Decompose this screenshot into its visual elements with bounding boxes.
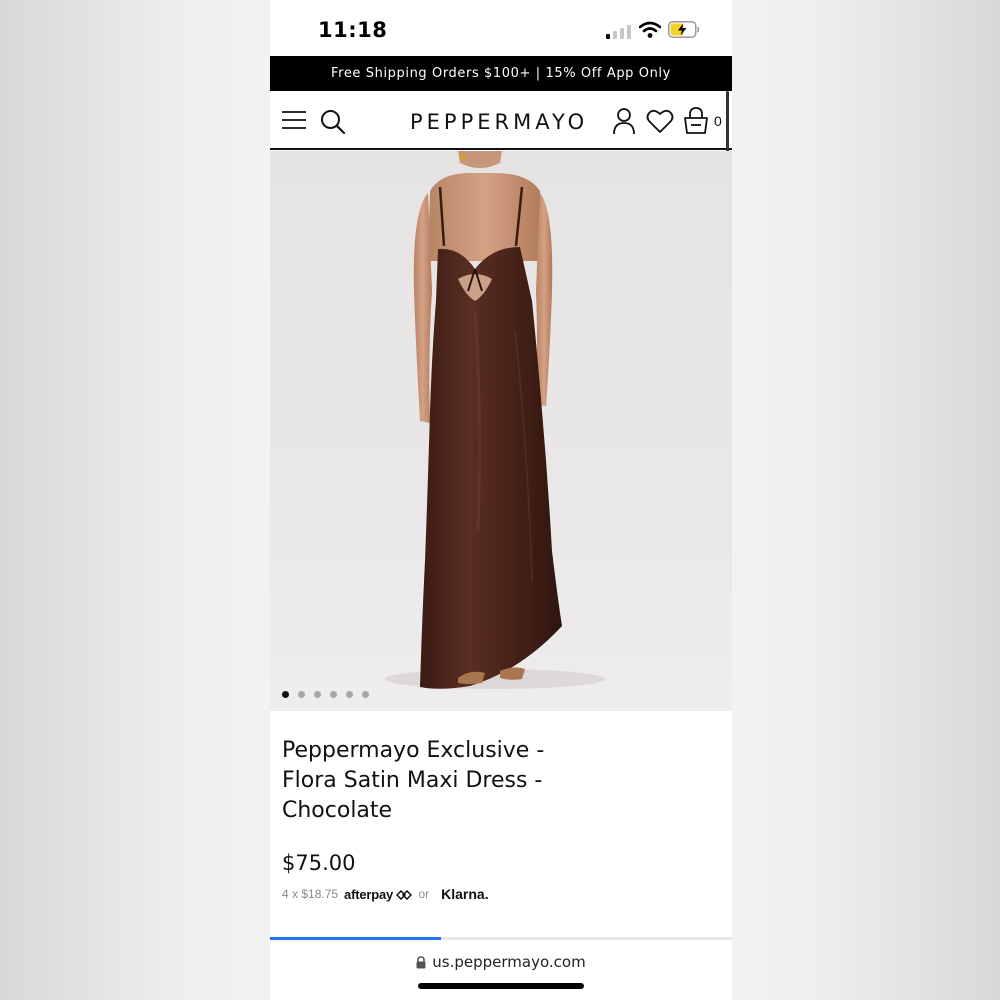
product-title-line: Flora Satin Maxi Dress -: [282, 768, 543, 793]
wishlist-icon[interactable]: [646, 109, 674, 134]
phone-screen: 11:18 Free Shipping Orders $100+ | 15% O…: [270, 0, 732, 1000]
lock-icon: [416, 956, 426, 969]
carousel-dot[interactable]: [362, 691, 369, 698]
product-price: $75.00: [282, 851, 356, 875]
product-title-line: Peppermayo Exclusive -: [282, 738, 545, 763]
carousel-dot[interactable]: [314, 691, 321, 698]
afterpay-arrows-icon: [396, 889, 413, 900]
url-text: us.peppermayo.com: [432, 953, 586, 971]
site-logo[interactable]: PEPPERMAYO: [410, 110, 588, 134]
carousel-dot[interactable]: [330, 691, 337, 698]
signal-bar: [613, 31, 617, 39]
afterpay-label: afterpay: [344, 886, 394, 902]
signal-bar: [620, 28, 624, 39]
signal-bar: [627, 25, 631, 39]
product-image-gallery[interactable]: [270, 151, 732, 711]
url-display[interactable]: us.peppermayo.com: [270, 953, 732, 971]
product-title: Peppermayo Exclusive - Flora Satin Maxi D…: [282, 736, 582, 826]
battery-icon: [668, 21, 700, 38]
cart-count: 0: [714, 113, 722, 129]
wifi-icon: [639, 21, 661, 38]
search-icon[interactable]: [320, 109, 346, 135]
status-time: 11:18: [318, 18, 388, 42]
browser-url-bar[interactable]: us.peppermayo.com: [270, 940, 732, 1000]
account-icon[interactable]: [613, 107, 635, 135]
status-bar: 11:18: [270, 0, 732, 56]
product-title-line: Chocolate: [282, 798, 393, 823]
payment-options: 4 x $18.75 afterpay or Klarna.: [282, 886, 489, 902]
or-text: or: [418, 887, 430, 901]
signal-bar: [606, 34, 610, 39]
afterpay-logo[interactable]: afterpay: [344, 886, 413, 902]
klarna-logo[interactable]: Klarna.: [441, 886, 488, 902]
installment-amount: 4 x $18.75: [282, 887, 339, 901]
home-indicator[interactable]: [418, 983, 584, 989]
product-image: [385, 151, 605, 689]
site-header: PEPPERMAYO 0: [270, 91, 732, 150]
cart-icon[interactable]: [683, 107, 709, 135]
carousel-dots: [282, 691, 369, 698]
carousel-dot[interactable]: [282, 691, 289, 698]
promo-banner[interactable]: Free Shipping Orders $100+ | 15% Off App…: [270, 56, 732, 91]
carousel-dot[interactable]: [298, 691, 305, 698]
menu-icon[interactable]: [282, 110, 306, 130]
carousel-dot[interactable]: [346, 691, 353, 698]
cellular-signal-icon: [606, 23, 632, 39]
